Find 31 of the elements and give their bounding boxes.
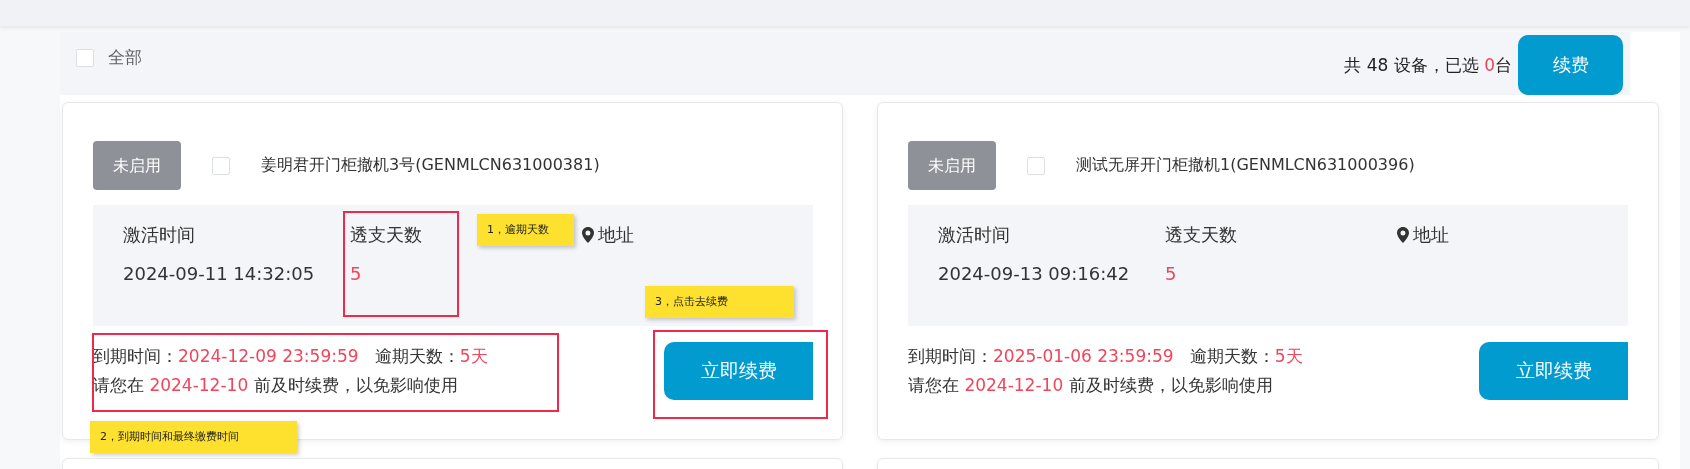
device-name: 姜明君开门柜撤机3号(GENMLCN631000381) (261, 155, 600, 176)
device-checkbox[interactable] (212, 156, 230, 175)
expiry-line: 到期时间：2025-01-06 23:59:59 逾期天数：5天 (908, 345, 1303, 368)
renewal-notice: 请您在 2024-12-10 前及时续费，以免影响使用 (93, 374, 459, 397)
annotation-note: 3，点击去续费 (645, 286, 794, 318)
annotation-note: 2，到期时间和最终缴费时间 (90, 421, 297, 453)
status-badge: 未启用 (93, 141, 181, 190)
expiry-line: 到期时间：2024-12-09 23:59:59 逾期天数：5天 (93, 345, 488, 368)
overdraft-label: 透支天数 (350, 223, 422, 247)
device-summary: 共 48 设备，已选 0台 (1344, 53, 1512, 77)
activation-label: 激活时间 (938, 223, 1010, 247)
select-all-label: 全部 (108, 46, 142, 69)
renew-now-button[interactable]: 立即续费 (664, 342, 813, 400)
device-name: 测试无屏开门柜撤机1(GENMLCN631000396) (1076, 155, 1415, 176)
overdraft-days: 5 (1165, 263, 1177, 284)
location-pin-icon (1397, 227, 1409, 243)
activation-time: 2024-09-13 09:16:42 (938, 263, 1130, 284)
select-all-checkbox[interactable] (76, 48, 94, 67)
renew-button[interactable]: 续费 (1518, 35, 1623, 95)
renew-now-button[interactable]: 立即续费 (1479, 342, 1628, 400)
annotation-note: 1，逾期天数 (477, 214, 574, 246)
address-label: 地址 (598, 223, 634, 247)
location-pin-icon (582, 227, 594, 243)
activation-label: 激活时间 (123, 223, 195, 247)
overdraft-days: 5 (350, 263, 362, 284)
overdraft-label: 透支天数 (1165, 223, 1237, 247)
device-checkbox[interactable] (1027, 156, 1045, 175)
renewal-notice: 请您在 2024-12-10 前及时续费，以免影响使用 (908, 374, 1274, 397)
status-badge: 未启用 (908, 141, 996, 190)
address-label: 地址 (1413, 223, 1449, 247)
activation-time: 2024-09-11 14:32:05 (123, 263, 315, 284)
